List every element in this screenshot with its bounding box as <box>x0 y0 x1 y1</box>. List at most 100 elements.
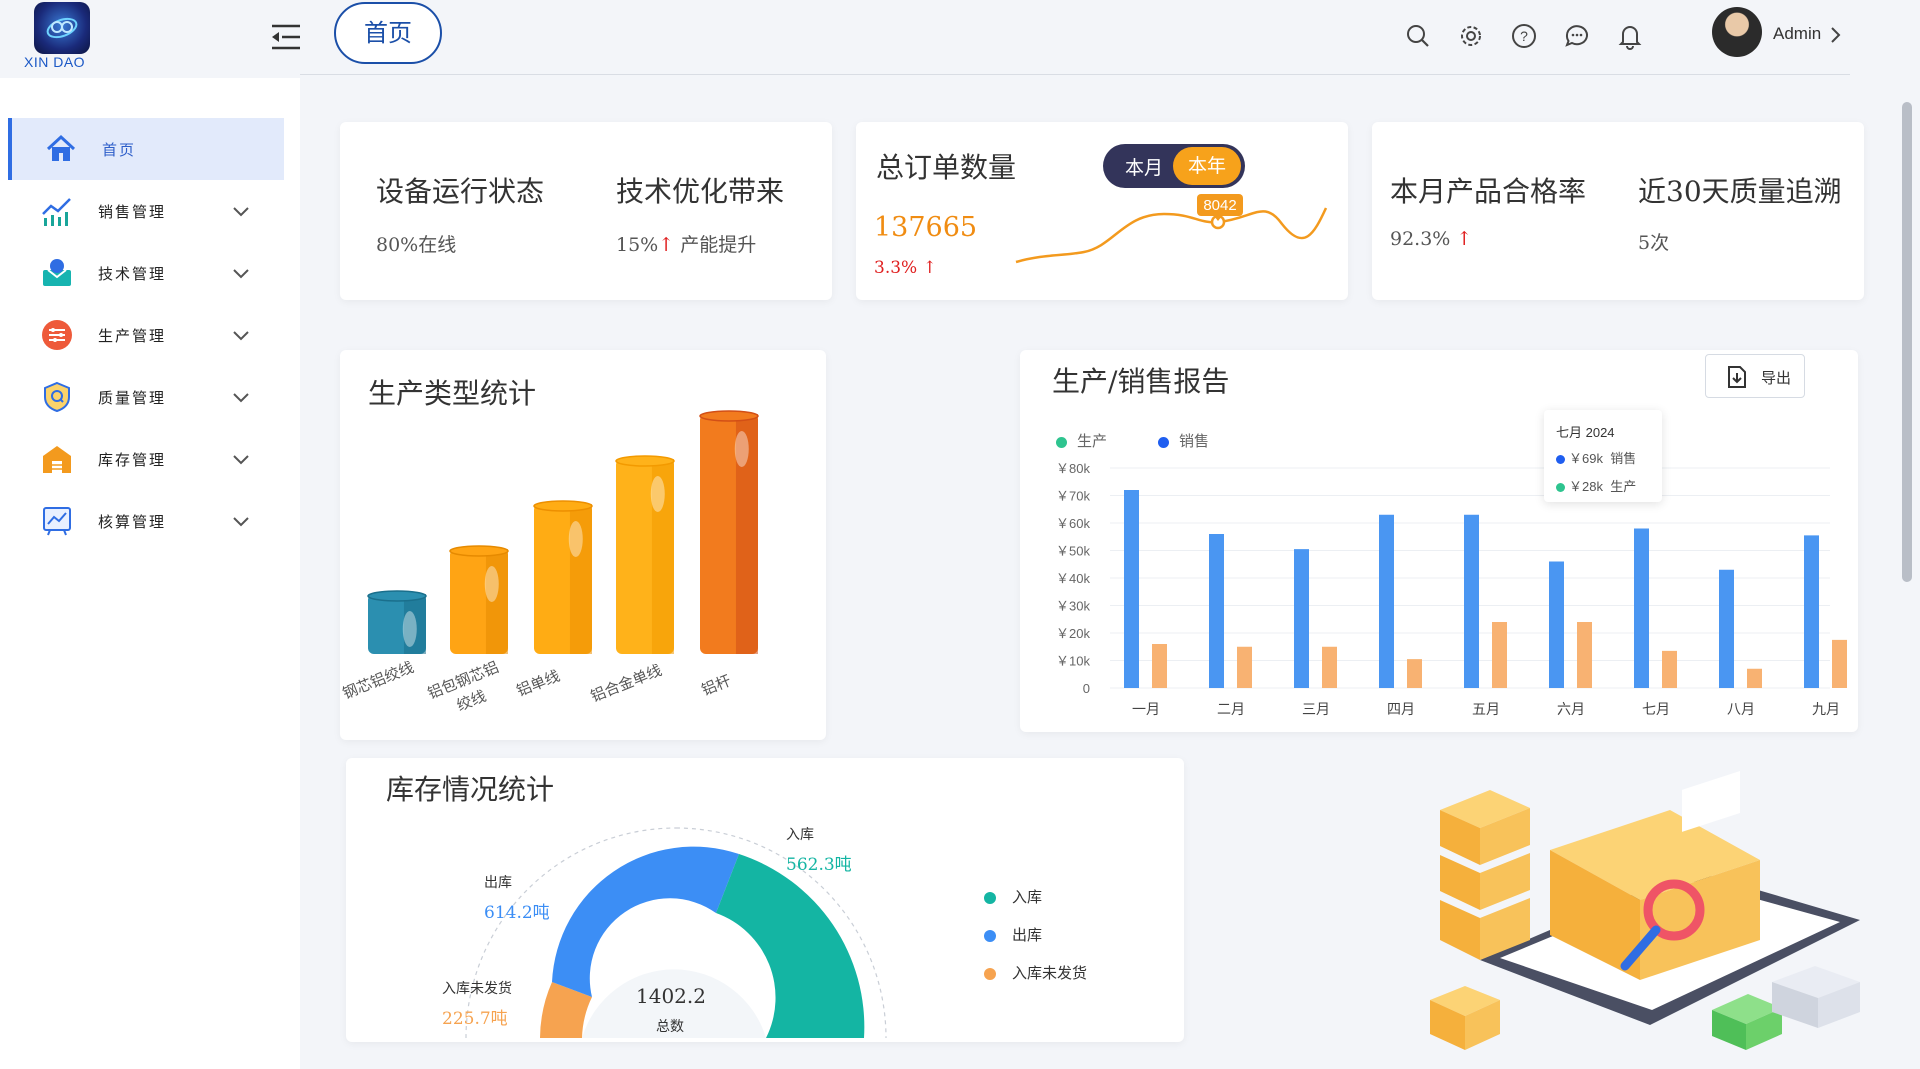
y-tick-label: ￥30k <box>1056 599 1090 614</box>
user-name[interactable]: Admin <box>1773 24 1821 44</box>
chevron-down-icon[interactable] <box>230 200 252 222</box>
legend-dot <box>984 930 996 942</box>
toggle-year[interactable]: 本年 <box>1173 147 1241 185</box>
legend-out[interactable]: 出库 <box>984 924 1042 945</box>
bar-production <box>1407 659 1422 688</box>
cylinder-bar <box>449 545 509 654</box>
tab-home[interactable]: 首页 <box>334 2 442 64</box>
bar-production <box>1577 622 1592 688</box>
sidebar-item-label: 核算管理 <box>98 512 167 531</box>
bar-sales <box>1209 534 1224 688</box>
tech-opt-value: 15% <box>616 234 659 256</box>
sidebar-item-home[interactable]: 首页 <box>8 118 284 180</box>
inventory-total: 1402.2 <box>636 984 706 1008</box>
y-tick-label: 0 <box>1083 681 1090 696</box>
scrollbar-thumb[interactable] <box>1902 102 1912 582</box>
period-toggle[interactable]: 本月 本年 <box>1103 144 1245 188</box>
stat-card-orders: 总订单数量 本月 本年 137665 3.3% ↑ 8042 <box>856 122 1348 300</box>
bar-sales <box>1464 514 1479 688</box>
chart-tooltip: 七月 2024 ￥69k 销售 ￥28k 生产 <box>1544 410 1662 502</box>
logo-text: XIN DAO <box>24 54 86 70</box>
legend-pending[interactable]: 入库未发货 <box>984 962 1087 983</box>
tooltip-value: ￥69k <box>1569 451 1603 466</box>
chevron-down-icon[interactable] <box>230 510 252 532</box>
trace-value: 5次 <box>1638 232 1670 254</box>
legend-label: 入库未发货 <box>1012 964 1088 982</box>
warehouse-illustration <box>1430 771 1860 1050</box>
sidebar-item-label: 销售管理 <box>98 202 167 221</box>
device-status-value: 80%在线 <box>376 234 457 256</box>
bar-production <box>1237 646 1252 688</box>
chevron-down-icon[interactable] <box>230 262 252 284</box>
report-card: 生产/销售报告 导出 生产 销售 0 ￥10k ￥20k ￥30k ￥40k ￥50k ￥6… <box>1020 350 1858 732</box>
production-sliders-icon <box>40 318 74 352</box>
sidebar-item-label: 质量管理 <box>98 388 167 407</box>
xindao-logo[interactable]: XIN DAO <box>22 0 102 72</box>
bar-production <box>1152 644 1167 688</box>
x-tick-label: 七月 <box>1642 702 1670 718</box>
tooltip-value: ￥28k <box>1569 479 1603 494</box>
legend-label: 入库 <box>1012 888 1043 906</box>
x-tick-label: 三月 <box>1302 702 1330 718</box>
tech-opt-suffix: 产能提升 <box>680 234 757 256</box>
cylinder-bar <box>533 500 593 654</box>
legend-dot <box>1556 483 1565 493</box>
sidebar-item-quality[interactable]: 质量管理 <box>8 366 284 428</box>
y-tick-label: ￥10k <box>1056 654 1090 669</box>
quality-shield-icon <box>40 380 74 414</box>
toggle-month[interactable]: 本月 <box>1125 153 1163 180</box>
tooltip-row-sales: ￥69k 销售 <box>1556 448 1636 467</box>
legend-dot <box>1556 455 1565 465</box>
seg-pending-value: 225.7吨 <box>442 1009 508 1029</box>
y-tick-label: ￥60k <box>1056 516 1090 531</box>
x-tick-label: 一月 <box>1132 702 1160 718</box>
orders-change: 3.3% <box>874 258 918 278</box>
cylinder-bar <box>699 410 759 654</box>
message-icon[interactable] <box>1563 22 1591 50</box>
legend-in[interactable]: 入库 <box>984 886 1042 907</box>
page-scrollbar[interactable] <box>1900 80 1914 1065</box>
tooltip-series: 销售 <box>1610 451 1637 466</box>
settings-icon[interactable] <box>1457 22 1485 50</box>
tech-box-icon <box>40 256 74 290</box>
sidebar-item-sales[interactable]: 销售管理 <box>8 180 284 242</box>
bar-sales <box>1124 490 1139 688</box>
chevron-down-icon[interactable] <box>230 448 252 470</box>
legend-label: 出库 <box>1012 926 1043 944</box>
sidebar-item-label: 库存管理 <box>98 450 167 469</box>
sidebar-item-tech[interactable]: 技术管理 <box>8 242 284 304</box>
inventory-gauge <box>465 827 887 1039</box>
seg-in-value: 562.3吨 <box>786 855 852 875</box>
up-arrow-icon: ↑ <box>1456 228 1473 250</box>
bar-production <box>1322 646 1337 688</box>
seg-out-name: 出库 <box>484 875 512 891</box>
cylinder-bar <box>367 590 427 654</box>
x-tick-label: 六月 <box>1557 702 1585 718</box>
sidebar-item-production[interactable]: 生产管理 <box>8 304 284 366</box>
search-icon[interactable] <box>1404 22 1432 50</box>
device-status-title: 设备运行状态 <box>376 175 545 208</box>
avatar[interactable] <box>1712 7 1762 57</box>
chevron-down-icon[interactable] <box>230 324 252 346</box>
chevron-right-icon[interactable] <box>1825 25 1845 45</box>
cylinder-bar <box>615 455 675 654</box>
pass-rate-value: 92.3% <box>1390 228 1451 250</box>
menu-collapse-icon[interactable] <box>268 22 302 52</box>
chevron-down-icon[interactable] <box>230 386 252 408</box>
x-tick-label: 四月 <box>1387 702 1415 718</box>
help-icon[interactable]: ? <box>1510 22 1538 50</box>
svg-text:?: ? <box>1520 28 1528 44</box>
tech-opt-title: 技术优化带来 <box>616 175 785 208</box>
sidebar-item-inventory[interactable]: 库存管理 <box>8 428 284 490</box>
sidebar-item-accounting[interactable]: 核算管理 <box>8 490 284 552</box>
sidebar-item-label: 首页 <box>102 140 137 159</box>
bar-sales <box>1804 535 1819 688</box>
category-label: 铝合金单线 <box>588 661 664 706</box>
accounting-board-icon <box>40 504 74 538</box>
warehouse-icon <box>40 442 74 476</box>
seg-in-name: 入库 <box>786 827 814 843</box>
bar-production <box>1832 639 1847 688</box>
x-tick-label: 五月 <box>1472 702 1500 718</box>
bell-icon[interactable] <box>1616 22 1644 50</box>
bar-sales <box>1719 569 1734 688</box>
